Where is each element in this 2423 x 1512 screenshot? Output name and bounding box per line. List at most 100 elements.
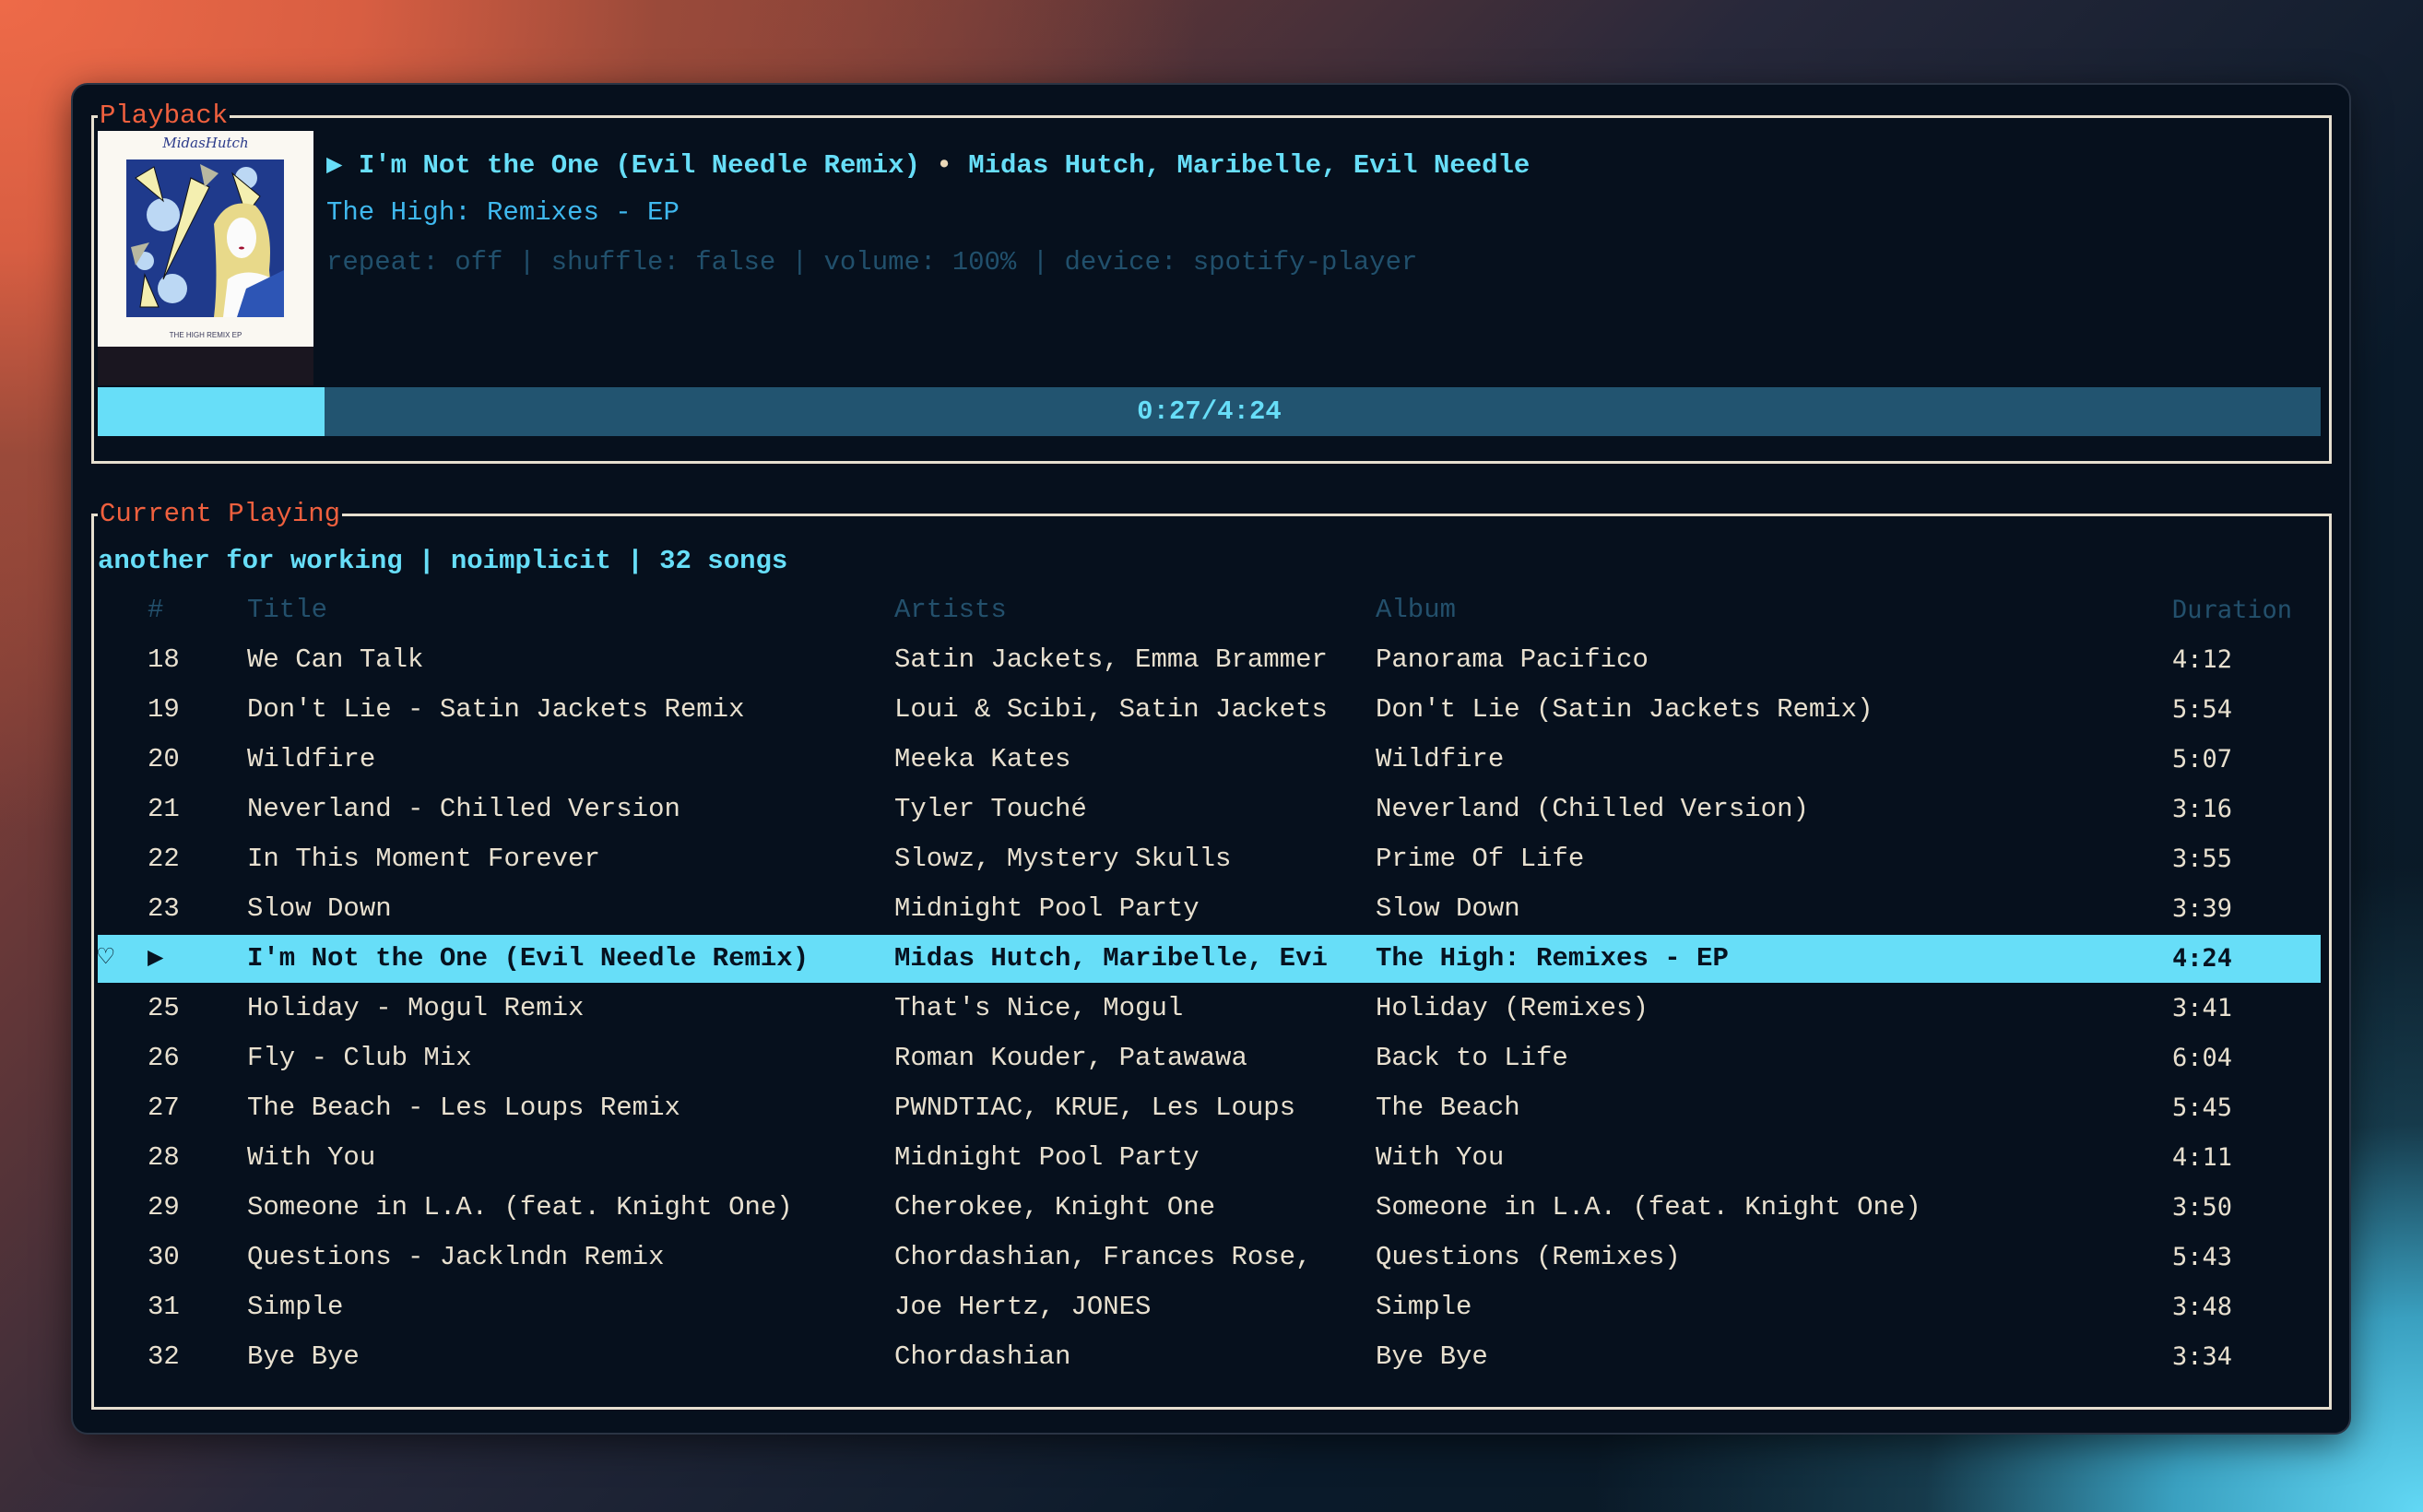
table-row[interactable]: 19 Don't Lie - Satin Jackets Remix Loui & …	[98, 693, 2321, 726]
track-duration: 5:45	[2172, 1093, 2233, 1122]
album-art: MidasHutch THE HIGH REMIX EP	[98, 131, 313, 347]
track-title: Wildfire	[247, 744, 376, 774]
table-row[interactable]: 18 We Can Talk Satin Jackets, Emma Brammer…	[98, 644, 2321, 677]
table-row-playing[interactable]: ♡ ▶ I'm Not the One (Evil Needle Remix) Mid…	[98, 935, 2321, 983]
current-playing-panel: Current Playing another for working | no…	[91, 496, 2332, 1410]
progress-label: 0:27/4:24	[1137, 396, 1282, 427]
track-duration: 3:41	[2172, 994, 2233, 1022]
table-row[interactable]: 29 Someone in L.A. (feat. Knight One) Cher…	[98, 1191, 2321, 1224]
current-playing-panel-title: Current Playing	[98, 496, 343, 533]
track-title: I'm Not the One (Evil Needle Remix)	[247, 943, 810, 974]
playback-panel-title: Playback	[98, 98, 230, 135]
track-album: Neverland (Chilled Version)	[1376, 794, 1809, 824]
track-album: Wildfire	[1376, 744, 1505, 774]
track-title: The Beach - Les Loups Remix	[247, 1093, 680, 1123]
table-row[interactable]: 28 With You Midnight Pool Party With You 4:1…	[98, 1141, 2321, 1175]
table-row[interactable]: 25 Holiday - Mogul Remix That's Nice, Mogu…	[98, 992, 2321, 1025]
heart-icon[interactable]: ♡	[98, 935, 135, 983]
track-title: With You	[247, 1142, 376, 1173]
track-number: 22	[148, 844, 180, 874]
track-album: Bye Bye	[1376, 1341, 1488, 1372]
track-duration: 4:11	[2172, 1143, 2233, 1172]
table-row[interactable]: 31 Simple Joe Hertz, JONES Simple 3:48	[98, 1291, 2321, 1324]
track-duration: 5:43	[2172, 1243, 2233, 1271]
track-duration: 4:12	[2172, 645, 2233, 674]
track-duration: 5:07	[2172, 745, 2233, 774]
column-header-duration[interactable]: Duration	[2172, 594, 2320, 627]
track-artists: Satin Jackets, Emma Brammer	[894, 644, 1328, 675]
track-number: 21	[148, 794, 180, 824]
track-artists: Chordashian, Frances Rose,	[894, 1242, 1312, 1272]
track-artists: Joe Hertz, JONES	[894, 1292, 1152, 1322]
track-artists: Chordashian	[894, 1341, 1071, 1372]
track-number: 26	[148, 1043, 180, 1073]
track-duration: 5:54	[2172, 695, 2233, 724]
album-art-illustration	[126, 159, 284, 317]
album-art-cover	[126, 159, 284, 317]
track-title: Don't Lie - Satin Jackets Remix	[247, 694, 745, 725]
track-artists: Meeka Kates	[894, 744, 1071, 774]
track-artists: Cherokee, Knight One	[894, 1192, 1216, 1223]
track-duration: 3:34	[2172, 1342, 2233, 1371]
playing-indicator-icon: ▶	[148, 943, 164, 974]
track-duration: 3:50	[2172, 1193, 2233, 1222]
track-title: Slow Down	[247, 893, 392, 924]
now-playing-album: The High: Remixes - EP	[326, 197, 680, 228]
track-artists: Slowz, Mystery Skulls	[894, 844, 1232, 874]
track-artists: Roman Kouder, Patawawa	[894, 1043, 1247, 1073]
track-number: 23	[148, 893, 180, 924]
table-row[interactable]: 26 Fly - Club Mix Roman Kouder, Patawawa Ba…	[98, 1042, 2321, 1075]
table-header: # Title Artists Album Duration	[98, 594, 2321, 627]
progress-bar[interactable]: 0:27/4:24	[98, 387, 2321, 436]
separator-dot: •	[936, 150, 952, 181]
track-title: Fly - Club Mix	[247, 1043, 472, 1073]
track-number: 20	[148, 744, 180, 774]
track-title: Questions - Jacklndn Remix	[247, 1242, 665, 1272]
track-duration: 4:24	[2172, 944, 2233, 973]
track-album: Someone in L.A. (feat. Knight One)	[1376, 1192, 1921, 1223]
track-title: In This Moment Forever	[247, 844, 600, 874]
table-row[interactable]: 30 Questions - Jacklndn Remix Chordashian,…	[98, 1241, 2321, 1274]
track-number: 27	[148, 1093, 180, 1123]
track-artists: Loui & Scibi, Satin Jackets	[894, 694, 1328, 725]
table-row[interactable]: 22 In This Moment Forever Slowz, Mystery S…	[98, 843, 2321, 876]
track-title: Holiday - Mogul Remix	[247, 993, 585, 1023]
column-header-title[interactable]: Title	[247, 594, 883, 627]
table-row[interactable]: 20 Wildfire Meeka Kates Wildfire 5:07	[98, 743, 2321, 776]
track-number: 25	[148, 993, 180, 1023]
track-duration: 3:16	[2172, 795, 2233, 823]
track-title: Bye Bye	[247, 1341, 360, 1372]
track-artists: Midnight Pool Party	[894, 1142, 1200, 1173]
track-duration: 3:39	[2172, 894, 2233, 923]
table-row[interactable]: 27 The Beach - Les Loups Remix PWNDTIAC, K…	[98, 1092, 2321, 1125]
track-album: Holiday (Remixes)	[1376, 993, 1649, 1023]
track-duration: 3:48	[2172, 1293, 2233, 1321]
track-number: 31	[148, 1292, 180, 1322]
track-album: The Beach	[1376, 1093, 1520, 1123]
track-duration: 6:04	[2172, 1044, 2233, 1072]
album-art-caption: THE HIGH REMIX EP	[169, 331, 242, 339]
table-row[interactable]: 32 Bye Bye Chordashian Bye Bye 3:34	[98, 1341, 2321, 1374]
track-album: Panorama Pacifico	[1376, 644, 1649, 675]
track-number: 18	[148, 644, 180, 675]
track-album: The High: Remixes - EP	[1376, 943, 1729, 974]
terminal-window: Playback MidasHutch THE HIGH REMIX EP ▶ …	[71, 83, 2351, 1435]
playlist-info: another for working | noimplicit | 32 so…	[98, 546, 788, 576]
track-album: Prime Of Life	[1376, 844, 1585, 874]
album-art-artist-script: MidasHutch	[162, 135, 249, 151]
track-number: 19	[148, 694, 180, 725]
track-number: 28	[148, 1142, 180, 1173]
column-header-artists[interactable]: Artists	[894, 594, 1355, 627]
track-artists: Midas Hutch, Maribelle, Evi	[894, 943, 1328, 974]
track-artists: That's Nice, Mogul	[894, 993, 1184, 1023]
track-duration: 3:55	[2172, 845, 2233, 873]
track-album: Questions (Remixes)	[1376, 1242, 1681, 1272]
play-icon: ▶	[326, 150, 343, 181]
now-playing-track: I'm Not the One (Evil Needle Remix)	[358, 150, 920, 181]
now-playing-artists: Midas Hutch, Maribelle, Evil Needle	[968, 150, 1531, 181]
table-row[interactable]: 21 Neverland - Chilled Version Tyler Touch…	[98, 793, 2321, 826]
track-title: Neverland - Chilled Version	[247, 794, 680, 824]
table-row[interactable]: 23 Slow Down Midnight Pool Party Slow Down 3…	[98, 892, 2321, 926]
column-header-album[interactable]: Album	[1376, 594, 2169, 627]
column-header-num[interactable]: #	[148, 594, 230, 627]
